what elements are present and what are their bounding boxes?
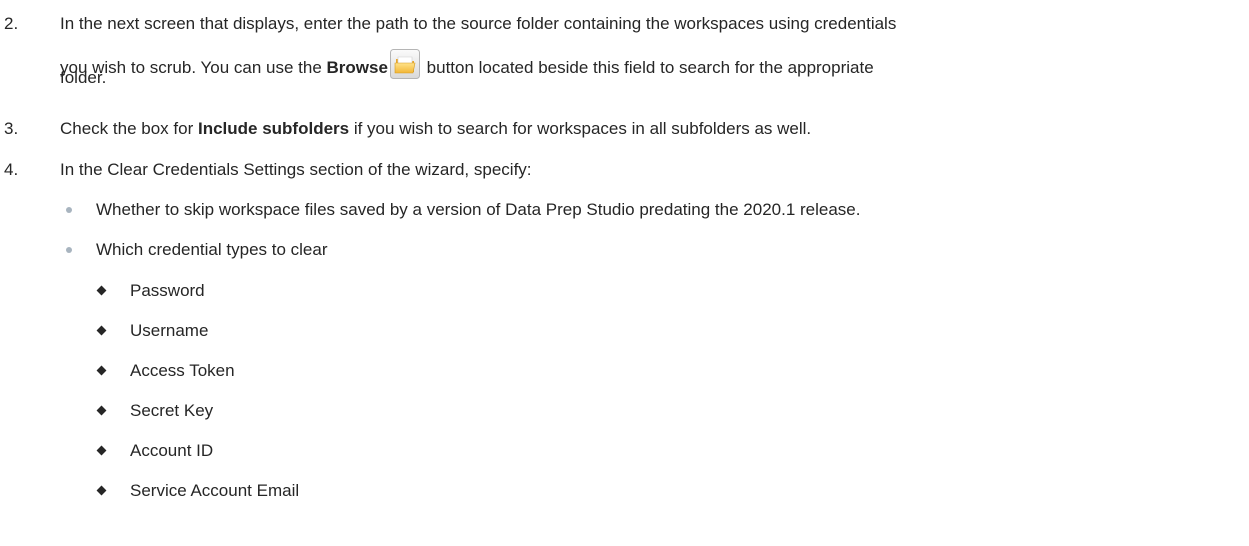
- step-number: 4.: [4, 160, 19, 179]
- bullet-icon: [66, 207, 72, 213]
- diamond-bullet-icon: [96, 405, 107, 416]
- diamond-bullet-icon: [96, 365, 107, 376]
- diamond-bullet-icon: [96, 285, 107, 296]
- step-text: In the next screen that displays, enter …: [60, 13, 1245, 89]
- step-text: In the Clear Credentials Settings sectio…: [60, 160, 532, 179]
- step-2-line-1: In the next screen that displays, enter …: [60, 14, 897, 33]
- include-subfolders-label: Include subfolders: [197, 119, 350, 138]
- browse-label: Browse: [326, 58, 388, 77]
- step-text: Check the box for Include subfolders if …: [60, 119, 812, 138]
- bullet-icon: [66, 247, 72, 253]
- open-folder-icon: [389, 49, 420, 79]
- diamond-bullet-icon: [96, 445, 107, 456]
- diamond-bullet-icon: [96, 325, 107, 336]
- diamond-bullet-icon: [96, 485, 107, 496]
- step-number: 3.: [4, 119, 19, 138]
- step-number: 2.: [4, 14, 19, 33]
